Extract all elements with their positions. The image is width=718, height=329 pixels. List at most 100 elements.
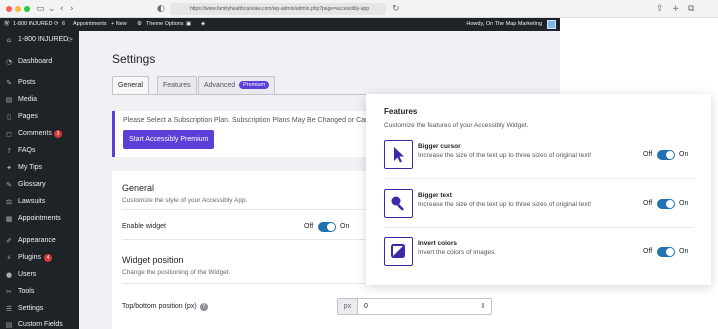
address-bar[interactable]: https://www.familyhealthcarelaw.com/wp-a… <box>170 3 386 15</box>
sidebar-item-label: 1-800 INJURED <box>18 36 69 43</box>
toggle-switch[interactable] <box>657 199 675 209</box>
top-bottom-position-text: Top/bottom position (px) <box>122 303 197 310</box>
sidebar-item-dashboard[interactable]: ◔ Dashboard <box>0 55 79 69</box>
toggle-switch[interactable] <box>657 247 675 257</box>
sidebar-item-glossary[interactable]: ✎ Glossary <box>0 178 79 192</box>
sidebar-item-site[interactable]: ⌂ 1-800 INJURED ⟳ <box>0 33 79 47</box>
screen: ▭ ⌄ ‹ › ◐ https://www.familyhealthcarela… <box>0 0 718 329</box>
comments-count-badge: 3 <box>54 130 62 138</box>
sidebar-item-label: Users <box>18 271 37 278</box>
sidebar-item-my-tips[interactable]: ✦ My Tips <box>0 161 79 175</box>
browser-chrome: ▭ ⌄ ‹ › ◐ https://www.familyhealthcarela… <box>0 0 718 18</box>
wordpress-logo-icon[interactable]: Ⓦ <box>4 18 10 31</box>
sidebar-item-posts[interactable]: ✎ Posts <box>0 76 79 90</box>
sidebar-item-settings[interactable]: ☰ Settings <box>0 302 79 316</box>
feature-description: Increase the size of the text up to thre… <box>418 152 592 159</box>
sidebar-item-appearance[interactable]: ✐ Appearance <box>0 234 79 248</box>
updates-icon[interactable]: ⟳ <box>54 18 59 31</box>
maximize-window-button[interactable] <box>24 6 30 12</box>
features-panel: Features Customize the features of your … <box>366 94 711 285</box>
admin-bar-site-name[interactable]: 1-800 INJURED <box>13 18 52 31</box>
sidebar-item-media[interactable]: ▤ Media <box>0 93 79 107</box>
admin-bar-greeting[interactable]: Howdy, On The Map Marketing <box>466 18 542 31</box>
tips-icon: ✦ <box>6 164 12 172</box>
bigger-cursor-toggle[interactable]: Off On <box>643 150 703 160</box>
top-bottom-position-input[interactable]: px 0 ⇕ <box>337 298 492 315</box>
sidebar-item-label: Tools <box>18 288 35 295</box>
diamond-icon[interactable]: ◈ <box>201 18 205 31</box>
share-icon[interactable]: ⇪ <box>656 3 664 15</box>
feature-row-invert-colors: Invert colors Invert the colors of image… <box>366 237 711 269</box>
sidebar-item-plugins[interactable]: ⚡ Plugins 4 <box>0 251 79 265</box>
forward-icon[interactable]: › <box>70 3 74 15</box>
calendar-icon: ▦ <box>5 215 13 223</box>
invert-colors-toggle[interactable]: Off On <box>643 247 703 257</box>
plugin-menu-icon[interactable]: ▣ <box>186 18 191 31</box>
sidebar-item-label: Custom Fields <box>18 321 63 328</box>
start-premium-button[interactable]: Start Accessibly Premium <box>123 130 215 149</box>
sidebar-item-label: Dashboard <box>18 58 53 65</box>
toggle-off-label: Off <box>304 223 314 230</box>
wrench-icon: ✂ <box>6 288 12 296</box>
admin-bar-appointments[interactable]: Appointments <box>73 18 107 31</box>
page-icon: ▯ <box>7 113 11 121</box>
feature-row-bigger-text: Bigger text Increase the size of the tex… <box>366 189 711 221</box>
settings-icon: ☰ <box>5 305 13 313</box>
sidebar-toggle-icon[interactable]: ▭ <box>36 3 45 15</box>
admin-sidebar: ⌂ 1-800 INJURED ⟳ ◔ Dashboard ✎ Posts ▤ … <box>0 31 79 329</box>
sidebar-item-users[interactable]: ● Users <box>0 268 79 282</box>
toggle-on-label: On <box>679 200 689 207</box>
invert-icon <box>384 237 413 266</box>
widget-position-subtitle: Change the positioning of the Widget. <box>122 269 231 276</box>
admin-bar-new[interactable]: + New <box>111 18 127 31</box>
position-value[interactable]: 0 <box>364 299 368 314</box>
glossary-icon: ✎ <box>6 181 12 189</box>
feature-name: Bigger cursor <box>418 143 461 150</box>
toggle-knob <box>666 248 674 256</box>
plugins-count-badge: 4 <box>44 254 52 262</box>
widget-position-heading: Widget position <box>122 255 184 265</box>
bigger-text-toggle[interactable]: Off On <box>643 199 703 209</box>
faq-icon: ? <box>7 147 11 155</box>
sidebar-item-appointments[interactable]: ▦ Appointments <box>0 212 79 226</box>
chevron-down-icon[interactable]: ⌄ <box>48 3 56 15</box>
toggle-switch[interactable] <box>657 150 675 160</box>
sidebar-item-faqs[interactable]: ? FAQs <box>0 144 79 158</box>
enable-widget-toggle[interactable]: Off On <box>304 222 364 232</box>
back-icon[interactable]: ‹ <box>60 3 64 15</box>
reload-icon[interactable]: ↻ <box>392 3 400 15</box>
tabs-overview-icon[interactable]: ⧉ <box>688 3 694 15</box>
tab-label: Advanced <box>204 82 236 89</box>
pin-icon: ✎ <box>6 79 12 87</box>
feature-row-bigger-cursor: Bigger cursor Increase the size of the t… <box>366 140 711 172</box>
enable-widget-label: Enable widget <box>122 223 166 230</box>
refresh-icon[interactable]: ⟳ <box>66 36 74 44</box>
tab-general[interactable]: General <box>112 76 149 94</box>
updates-count[interactable]: 6 <box>62 18 65 31</box>
minimize-window-button[interactable] <box>15 6 21 12</box>
feature-name: Invert colors <box>418 240 458 247</box>
sidebar-item-comments[interactable]: ◻ Comments 3 <box>0 127 79 141</box>
premium-badge: Premium <box>239 81 270 89</box>
avatar[interactable] <box>547 20 556 29</box>
toggle-switch[interactable] <box>318 222 336 232</box>
toggle-knob <box>666 200 674 208</box>
toggle-knob <box>666 151 674 159</box>
notice-text: Please Select a Subscription Plan. Subsc… <box>123 117 369 124</box>
tab-features[interactable]: Features <box>157 76 197 94</box>
sidebar-item-pages[interactable]: ▯ Pages <box>0 110 79 124</box>
comment-icon: ◻ <box>6 130 12 138</box>
admin-bar-theme-options[interactable]: Theme Options <box>146 18 184 31</box>
sidebar-item-custom-fields[interactable]: ▤ Custom Fields <box>0 318 79 329</box>
sidebar-item-lawsuits[interactable]: ⚖ Lawsuits <box>0 195 79 209</box>
help-icon[interactable]: ? <box>199 303 208 311</box>
sidebar-item-label: FAQs <box>18 147 36 154</box>
stepper-icon[interactable]: ⇕ <box>480 299 486 314</box>
sidebar-item-tools[interactable]: ✂ Tools <box>0 285 79 299</box>
general-heading: General <box>122 183 155 193</box>
tab-advanced[interactable]: Advanced Premium <box>198 76 276 94</box>
sidebar-item-label: Settings <box>18 305 44 312</box>
new-tab-icon[interactable]: + <box>672 3 680 15</box>
close-window-button[interactable] <box>6 6 12 12</box>
tab-label: General <box>118 82 143 89</box>
